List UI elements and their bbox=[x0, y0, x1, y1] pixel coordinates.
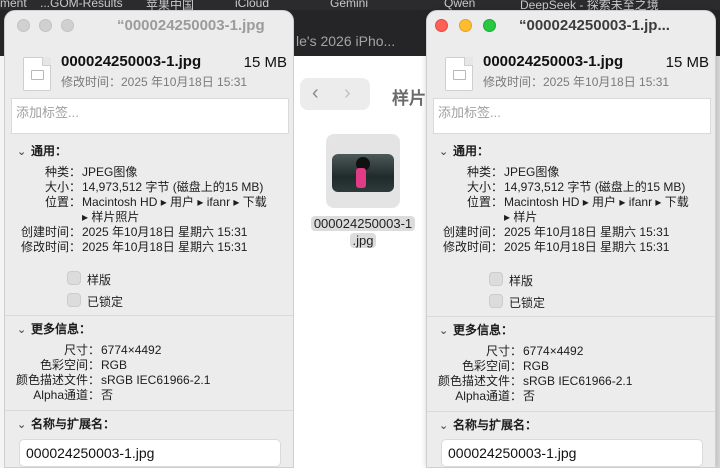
stationery-label: 样版 bbox=[509, 274, 534, 288]
finder-window: ‹ › 样片 000024250003-1 .jpg bbox=[290, 56, 430, 468]
window-title: “000024250003-1.jp... bbox=[519, 17, 670, 34]
divider bbox=[5, 410, 293, 411]
zoom-button[interactable] bbox=[483, 19, 496, 32]
chevron-down-icon[interactable]: ⌄ bbox=[439, 145, 453, 158]
title-bar[interactable]: “000024250003-1.jp... bbox=[427, 11, 715, 43]
zoom-button[interactable] bbox=[61, 19, 74, 32]
photo-thumbnail-icon bbox=[332, 154, 394, 192]
info-window-left: “000024250003-1.jpg 000024250003-1.jpg 1… bbox=[4, 10, 294, 468]
menubar-item[interactable]: Gemini bbox=[330, 0, 368, 10]
divider bbox=[427, 411, 715, 412]
locked-label: 已锁定 bbox=[509, 296, 546, 310]
name-extension-input[interactable]: 000024250003-1.jpg bbox=[19, 439, 281, 467]
divider bbox=[427, 316, 715, 317]
close-button[interactable] bbox=[435, 19, 448, 32]
file-label-line1: 000024250003-1 bbox=[310, 216, 416, 231]
modified-time: 修改时间：2025 年10月18日 15:31 bbox=[483, 75, 670, 89]
menubar-item[interactable]: Qwen bbox=[444, 0, 475, 10]
forward-chevron-icon[interactable]: › bbox=[344, 82, 351, 105]
browser-tab[interactable]: le's 2026 iPho... bbox=[296, 33, 395, 49]
general-section-header[interactable]: ⌄ 通用： bbox=[17, 142, 67, 159]
menubar: ment ...GOM-Results 苹果中国 iCloud Gemini Q… bbox=[0, 0, 720, 10]
stationery-checkbox[interactable] bbox=[489, 272, 503, 286]
chevron-down-icon[interactable]: ⌄ bbox=[17, 323, 31, 336]
stationery-label: 样版 bbox=[87, 273, 112, 287]
more-info-section-header[interactable]: ⌄ 更多信息： bbox=[17, 320, 91, 337]
back-chevron-icon[interactable]: ‹ bbox=[312, 82, 319, 105]
locked-checkbox[interactable] bbox=[489, 294, 503, 308]
minimize-button[interactable] bbox=[39, 19, 52, 32]
file-size: 15 MB bbox=[665, 54, 709, 71]
folder-title: 样片 bbox=[392, 89, 426, 108]
file-size: 15 MB bbox=[243, 54, 287, 71]
file-label[interactable]: 000024250003-1 .jpg bbox=[304, 215, 422, 249]
info-window-right: “000024250003-1.jp... 000024250003-1.jpg… bbox=[426, 10, 716, 468]
menubar-item[interactable]: DeepSeek - 探索未至之境 bbox=[520, 0, 659, 10]
name-extension-input[interactable]: 000024250003-1.jpg bbox=[441, 439, 703, 467]
chevron-down-icon[interactable]: ⌄ bbox=[439, 419, 453, 432]
minimize-button[interactable] bbox=[459, 19, 472, 32]
tags-input[interactable]: 添加标签... bbox=[433, 98, 711, 134]
locked-label: 已锁定 bbox=[87, 295, 124, 309]
divider bbox=[5, 315, 293, 316]
file-name: 000024250003-1.jpg bbox=[61, 53, 202, 70]
title-bar[interactable]: “000024250003-1.jpg bbox=[5, 11, 293, 43]
chevron-down-icon[interactable]: ⌄ bbox=[439, 324, 453, 337]
menubar-item[interactable]: 苹果中国 bbox=[146, 0, 194, 10]
image-file-icon bbox=[445, 57, 473, 91]
window-title: “000024250003-1.jpg bbox=[117, 17, 265, 34]
tags-input[interactable]: 添加标签... bbox=[11, 98, 289, 134]
file-name: 000024250003-1.jpg bbox=[483, 53, 624, 70]
menubar-item[interactable]: ment bbox=[0, 0, 27, 10]
chevron-down-icon[interactable]: ⌄ bbox=[17, 145, 31, 158]
more-info-section-header[interactable]: ⌄ 更多信息： bbox=[439, 321, 513, 338]
modified-time: 修改时间：2025 年10月18日 15:31 bbox=[61, 75, 248, 89]
general-section-header[interactable]: ⌄ 通用： bbox=[439, 142, 489, 159]
file-label-line2: .jpg bbox=[349, 233, 377, 248]
chevron-down-icon[interactable]: ⌄ bbox=[17, 418, 31, 431]
menubar-item[interactable]: iCloud bbox=[235, 0, 269, 10]
menubar-item[interactable]: ...GOM-Results bbox=[40, 0, 123, 10]
close-button[interactable] bbox=[17, 19, 30, 32]
stationery-checkbox[interactable] bbox=[67, 271, 81, 285]
image-file-icon bbox=[23, 57, 51, 91]
file-thumbnail[interactable] bbox=[326, 134, 400, 208]
name-ext-section-header[interactable]: ⌄ 名称与扩展名： bbox=[439, 416, 537, 433]
locked-checkbox[interactable] bbox=[67, 293, 81, 307]
name-ext-section-header[interactable]: ⌄ 名称与扩展名： bbox=[17, 415, 115, 432]
nav-buttons: ‹ › bbox=[300, 78, 370, 110]
